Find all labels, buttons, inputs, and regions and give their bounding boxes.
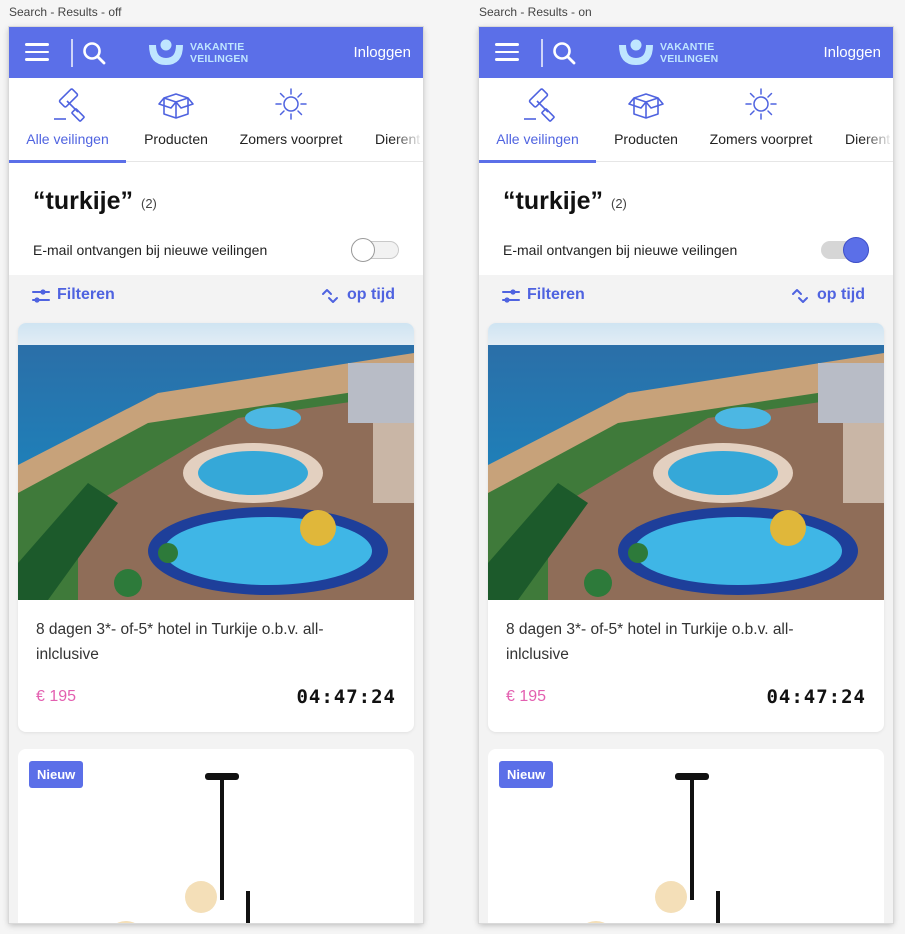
sort-label: op tijd: [347, 286, 395, 303]
top-header: VAKANTIE VEILINGEN Inloggen: [9, 27, 423, 78]
header-divider: [541, 39, 543, 67]
menu-icon[interactable]: [25, 43, 49, 61]
tab-label: Zomers voorpret: [709, 131, 813, 147]
result-count: (2): [611, 196, 627, 211]
search-icon[interactable]: [81, 40, 107, 66]
tab-fade: [393, 78, 423, 161]
logo[interactable]: VAKANTIE VEILINGEN: [146, 37, 256, 69]
phone-frame-off: VAKANTIE VEILINGEN Inloggen Alle veiling…: [9, 27, 423, 923]
result-card[interactable]: Nieuw: [488, 749, 884, 923]
gavel-icon: [53, 88, 85, 122]
sort-arrows-icon: [322, 289, 338, 303]
result-count: (2): [141, 196, 157, 211]
tab-producten[interactable]: Producten: [126, 78, 226, 162]
email-alert-label: E-mail ontvangen bij nieuwe veilingen: [33, 242, 268, 258]
gavel-icon: [523, 88, 555, 122]
email-alert-toggle[interactable]: [351, 238, 399, 262]
result-title[interactable]: 8 dagen 3*- of-5* hotel in Turkije o.b.v…: [36, 617, 376, 667]
search-query: “turkije”: [503, 187, 604, 215]
email-alert-toggle[interactable]: [821, 237, 869, 263]
result-title[interactable]: 8 dagen 3*- of-5* hotel in Turkije o.b.v…: [506, 617, 846, 667]
filter-label: Filteren: [527, 286, 585, 303]
result-price: € 195: [506, 688, 547, 705]
search-icon[interactable]: [551, 40, 577, 66]
sun-icon: [275, 88, 307, 120]
countdown-timer: 04:47:24: [296, 686, 396, 708]
logo-text: VAKANTIE VEILINGEN: [190, 41, 249, 65]
resort-pool-beach-photo: [18, 323, 414, 600]
tab-alle-veilingen[interactable]: Alle veilingen: [479, 78, 596, 163]
result-card[interactable]: Nieuw: [18, 749, 414, 923]
tab-label: Alle veilingen: [496, 131, 579, 147]
sliders-icon: [32, 289, 50, 303]
tab-label: Zomers voorpret: [239, 131, 343, 147]
new-badge: Nieuw: [29, 761, 84, 788]
sort-button[interactable]: op tijd: [321, 285, 401, 307]
category-tabs: Alle veilingen Producten Zomers voorpret: [9, 78, 423, 163]
frame-label: Search - Results - off: [9, 5, 122, 19]
result-card[interactable]: 8 dagen 3*- of-5* hotel in Turkije o.b.v…: [488, 323, 884, 732]
header-divider: [71, 39, 73, 67]
filter-label: Filteren: [57, 286, 115, 303]
countdown-timer: 04:47:24: [766, 686, 866, 708]
phone-frame-on: VAKANTIE VEILINGEN Inloggen Alle veiling…: [479, 27, 893, 923]
frame-label: Search - Results - on: [479, 5, 592, 19]
logo[interactable]: VAKANTIE VEILINGEN: [616, 37, 726, 69]
sun-icon: [745, 88, 777, 120]
sort-arrows-icon: [792, 289, 808, 303]
tab-label: Producten: [614, 131, 678, 147]
result-card[interactable]: 8 dagen 3*- of-5* hotel in Turkije o.b.v…: [18, 323, 414, 732]
toggle-knob: [843, 237, 869, 263]
result-price: € 195: [36, 688, 77, 705]
tab-producten[interactable]: Producten: [596, 78, 696, 162]
tab-zomers-voorpret[interactable]: Zomers voorpret: [226, 78, 356, 162]
email-alert-label: E-mail ontvangen bij nieuwe veilingen: [503, 242, 738, 258]
sliders-icon: [502, 289, 520, 303]
box-icon: [628, 93, 664, 119]
new-badge: Nieuw: [499, 761, 554, 788]
tab-zomers-voorpret[interactable]: Zomers voorpret: [696, 78, 826, 162]
logo-mark-icon: [149, 39, 183, 65]
search-query: “turkije”: [33, 187, 134, 215]
logo-mark-icon: [619, 39, 653, 65]
tab-label: Producten: [144, 131, 208, 147]
logo-text: VAKANTIE VEILINGEN: [660, 41, 719, 65]
login-link[interactable]: Inloggen: [823, 44, 881, 61]
sort-label: op tijd: [817, 286, 865, 303]
tab-alle-veilingen[interactable]: Alle veilingen: [9, 78, 126, 163]
category-tabs: Alle veilingen Producten Zomers voorpret: [479, 78, 893, 163]
tab-fade: [863, 78, 893, 161]
resort-pool-beach-photo: [488, 323, 884, 600]
menu-icon[interactable]: [495, 43, 519, 61]
toggle-knob: [351, 238, 375, 262]
sort-button[interactable]: op tijd: [791, 285, 871, 307]
top-header: VAKANTIE VEILINGEN Inloggen: [479, 27, 893, 78]
tab-label: Alle veilingen: [26, 131, 109, 147]
box-icon: [158, 93, 194, 119]
login-link[interactable]: Inloggen: [353, 44, 411, 61]
